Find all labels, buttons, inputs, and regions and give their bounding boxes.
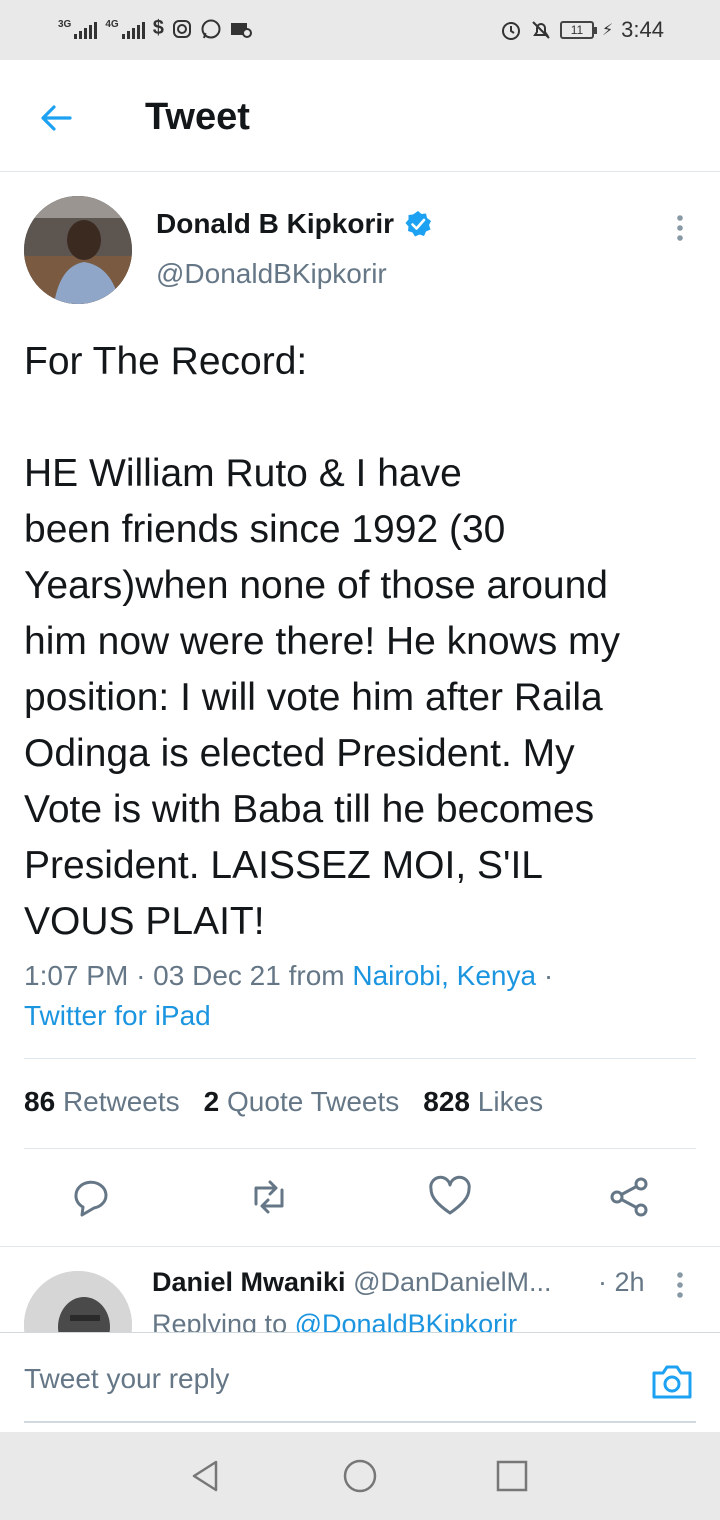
camera-icon[interactable] [650,1361,694,1401]
author-avatar[interactable] [24,196,132,304]
divider [24,1148,696,1149]
reply-author-name[interactable]: Daniel Mwaniki [152,1267,346,1297]
retweet-icon[interactable] [246,1174,292,1220]
likes-count: 828 [423,1086,470,1117]
like-heart-icon[interactable] [427,1174,473,1220]
reply-tweet[interactable]: Daniel Mwaniki @DanDanielM... · 2h Reply… [0,1246,720,1332]
verified-badge-icon [405,211,432,237]
meta-separator: · [136,960,154,991]
alarm-icon [501,22,520,40]
mail-settings-icon [230,22,252,38]
whatsapp-icon [201,19,221,38]
quotes-label: Quote Tweets [227,1086,400,1117]
page-title: Tweet [145,96,250,138]
likes-label: Likes [477,1086,544,1117]
reply-avatar[interactable] [24,1271,132,1332]
nav-recents-icon[interactable] [494,1458,530,1494]
tweet-location-link[interactable]: Nairobi, Kenya [352,960,536,991]
nav-home-icon[interactable] [342,1458,378,1494]
charging-icon: ⚡ [601,22,614,39]
from-label: from [288,960,345,991]
quotes-count: 2 [203,1086,220,1117]
network-type-sim2: 4G [105,18,119,30]
reply-more-options-icon[interactable] [672,1269,688,1301]
clock: 3:44 [621,17,664,42]
author-name-text[interactable]: Donald B Kipkorir [156,208,394,240]
battery-icon: 11 [559,21,597,39]
composer-underline [24,1421,696,1423]
retweets-stat[interactable]: 86 Retweets [24,1086,180,1118]
replying-to-link[interactable]: @DonaldBKipkorir [295,1309,518,1332]
tweet-client-link[interactable]: Twitter for iPad [24,1000,211,1031]
author-handle[interactable]: @DonaldBKipkorir [156,258,387,290]
tweet-time: 1:07 PM [24,960,129,991]
meta-separator: · [543,960,554,991]
reply-time: · 2h [598,1267,645,1297]
tweet-meta: 1:07 PM · 03 Dec 21 from Nairobi, Kenya … [24,956,704,1036]
nav-back-icon[interactable] [188,1458,224,1494]
signal-icon-sim1: 3G [58,18,98,39]
reply-author[interactable]: Daniel Mwaniki @DanDanielM... [152,1267,552,1298]
quotes-stat[interactable]: 2 Quote Tweets [204,1086,400,1118]
status-right: 11 ⚡ 3:44 [500,17,664,43]
money-app-icon: $ [152,17,164,39]
likes-stat[interactable]: 828 Likes [423,1086,543,1118]
system-nav-bar [0,1432,720,1520]
signal-icon-sim2: 4G [105,18,145,39]
tweet-stats: 86 Retweets 2 Quote Tweets 828 Likes [24,1086,543,1118]
retweets-count: 86 [24,1086,56,1117]
reply-author-handle[interactable]: @DanDanielM... [353,1267,551,1297]
tweet-date: 03 Dec 21 [153,960,281,991]
divider [24,1058,696,1059]
back-arrow-icon[interactable] [36,98,76,138]
status-bar: 3G 4G $ 11 ⚡ 3:44 [0,0,720,60]
reply-composer: Tweet your reply [0,1332,720,1432]
more-options-icon[interactable] [672,212,688,244]
network-type-sim1: 3G [58,18,72,30]
replying-prefix: Replying to [152,1309,288,1332]
status-left: 3G 4G $ [58,17,252,40]
author-name[interactable]: Donald B Kipkorir [156,208,432,240]
reply-input[interactable]: Tweet your reply [24,1363,229,1395]
tweet-text: For The Record: HE William Ruto & I have… [24,340,621,943]
retweets-label: Retweets [62,1086,180,1117]
reply-icon[interactable] [68,1174,114,1220]
app-header: Tweet [0,60,720,172]
mute-icon [532,21,550,39]
replying-to: Replying to @DonaldBKipkorir [152,1309,517,1332]
share-icon[interactable] [606,1174,652,1220]
instagram-icon [172,19,191,38]
